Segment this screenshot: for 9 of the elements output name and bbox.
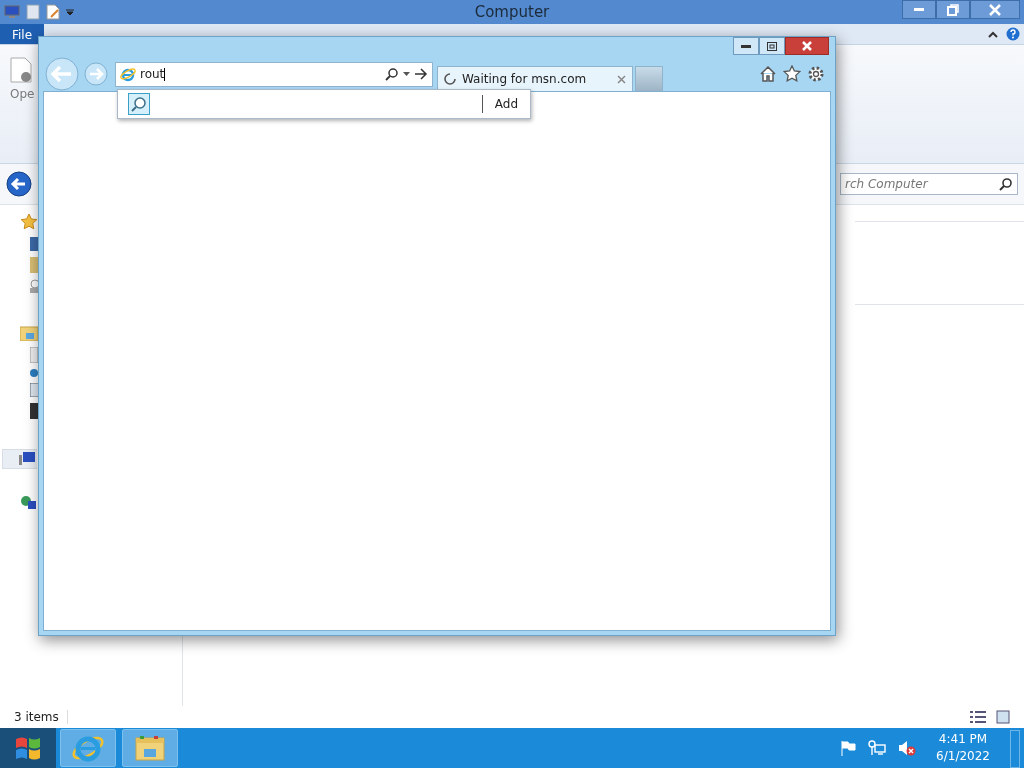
browser-tab[interactable]: Waiting for msn.com [437,66,633,91]
address-field[interactable]: rout [115,61,433,87]
clock[interactable]: 4:41 PM 6/1/2022 [928,731,998,765]
ribbon-button-label[interactable]: Ope [10,87,38,101]
status-text: 3 items [14,710,68,724]
add-button[interactable]: Add [481,95,524,113]
search-field[interactable]: rch Computer [840,173,1018,195]
ribbon-tab[interactable]: File [0,24,44,44]
window-title: Computer [474,3,550,21]
